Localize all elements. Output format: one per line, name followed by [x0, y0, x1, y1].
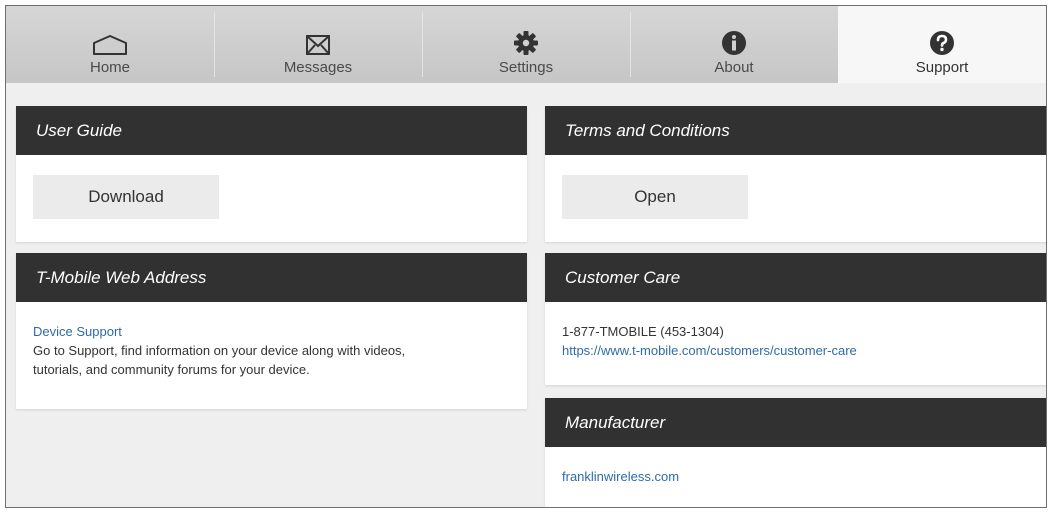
gear-icon — [513, 26, 539, 56]
manufacturer-card: Manufacturer franklinwireless.com — [545, 398, 1046, 507]
envelope-icon — [305, 26, 331, 56]
app-frame: Home Messages Settings About Support Use… — [5, 5, 1047, 508]
tab-label: Settings — [498, 59, 554, 76]
card-title: Customer Care — [545, 253, 1046, 302]
manufacturer-link[interactable]: franklinwireless.com — [562, 469, 679, 484]
user-guide-card: User Guide Download — [16, 106, 527, 242]
download-button[interactable]: Download — [33, 175, 219, 219]
description-text: Go to Support, find information on your … — [33, 343, 406, 358]
card-title: Manufacturer — [545, 398, 1046, 447]
card-title: Terms and Conditions — [545, 106, 1046, 155]
tab-bar: Home Messages Settings About Support — [6, 6, 1046, 83]
phone-number: 1-877-TMOBILE (453-1304) — [562, 324, 724, 339]
customer-care-link[interactable]: https://www.t-mobile.com/customers/custo… — [562, 343, 857, 358]
terms-card: Terms and Conditions Open — [545, 106, 1046, 242]
tab-support[interactable]: Support — [838, 6, 1046, 83]
tab-home[interactable]: Home — [6, 6, 214, 83]
tab-messages[interactable]: Messages — [214, 6, 422, 83]
card-title: T-Mobile Web Address — [16, 253, 527, 302]
web-address-card: T-Mobile Web Address Device Support Go t… — [16, 253, 527, 409]
info-icon — [721, 26, 747, 56]
device-support-link[interactable]: Device Support — [33, 324, 122, 339]
tab-label: Home — [89, 59, 130, 76]
tab-label: About — [714, 59, 754, 76]
open-button[interactable]: Open — [562, 175, 748, 219]
tab-label: Support — [915, 59, 969, 76]
card-title: User Guide — [16, 106, 527, 155]
question-icon — [929, 26, 955, 56]
home-icon — [92, 26, 128, 56]
tab-settings[interactable]: Settings — [422, 6, 630, 83]
customer-care-card: Customer Care 1-877-TMOBILE (453-1304) h… — [545, 253, 1046, 385]
tab-label: Messages — [283, 59, 353, 76]
tab-about[interactable]: About — [630, 6, 838, 83]
description-text: tutorials, and community forums for your… — [33, 362, 310, 377]
